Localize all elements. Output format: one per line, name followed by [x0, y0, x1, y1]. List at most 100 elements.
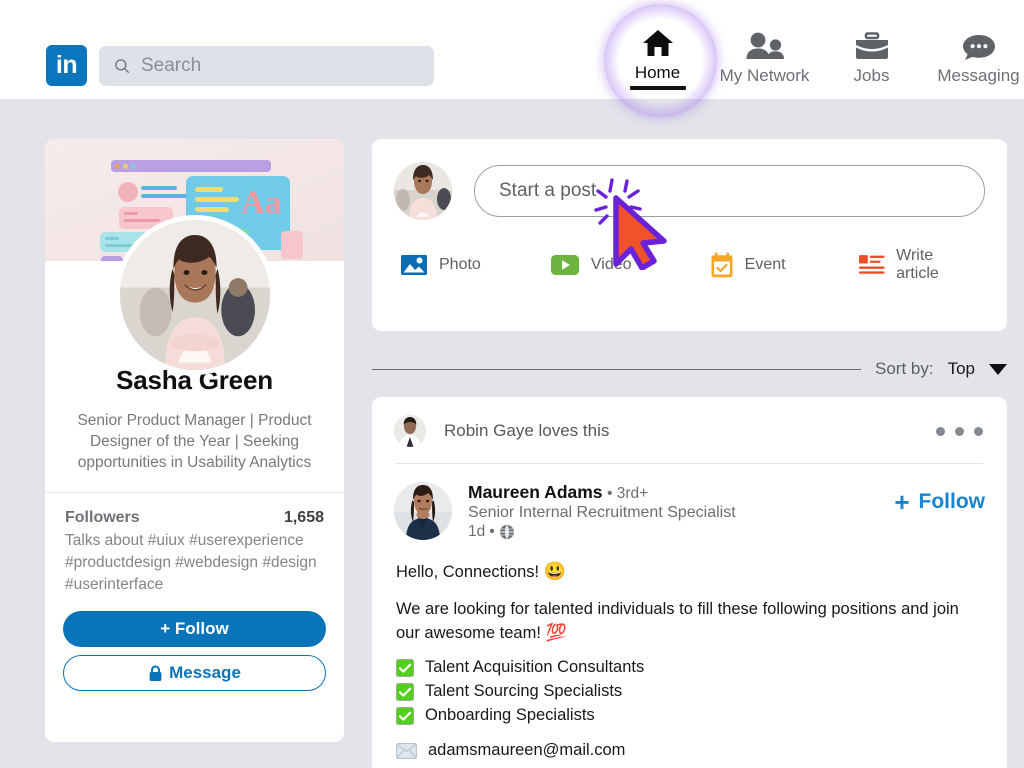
- composer-avatar-image: [394, 162, 452, 220]
- search-placeholder: Search: [141, 55, 201, 77]
- search-input[interactable]: Search: [99, 46, 434, 86]
- people-icon: [743, 27, 787, 61]
- list-item: Onboarding Specialists: [396, 706, 983, 725]
- cover-dot-3: [131, 164, 136, 169]
- hundred-emoji: 💯: [546, 623, 567, 642]
- post-follow-button[interactable]: + Follow: [894, 490, 985, 514]
- author-title: Senior Internal Recruitment Specialist: [468, 504, 736, 522]
- top-navigation-bar: in Search Home: [0, 0, 1024, 99]
- cover-line-5: [141, 186, 177, 190]
- sort-divider-line: [372, 369, 861, 370]
- nav-active-underline: [630, 86, 686, 90]
- feed-post-card: Robin Gaye loves this: [372, 397, 1007, 768]
- cover-dot-1: [115, 164, 120, 169]
- main-nav: Home My Network Jo: [604, 0, 1024, 99]
- cover-line-9: [105, 237, 119, 240]
- sort-by-value[interactable]: Top: [948, 359, 975, 379]
- nav-label-home: Home: [635, 63, 680, 83]
- reactor-avatar[interactable]: [394, 415, 426, 447]
- author-name[interactable]: Maureen Adams: [468, 482, 603, 502]
- chevron-down-icon[interactable]: [989, 364, 1007, 375]
- cover-line-2: [195, 197, 239, 202]
- profile-avatar[interactable]: [115, 215, 275, 375]
- green-check-icon: [396, 707, 414, 725]
- start-a-post-placeholder: Start a post: [499, 180, 596, 202]
- nav-item-home[interactable]: Home: [604, 0, 711, 99]
- author-info: Maureen Adams • 3rd+ Senior Internal Rec…: [468, 482, 736, 541]
- author-post-time: 1d: [468, 523, 485, 541]
- nav-label-jobs: Jobs: [854, 66, 890, 86]
- profile-avatar-image: [120, 220, 270, 370]
- list-item-label: Onboarding Specialists: [425, 706, 595, 725]
- article-icon: [858, 253, 886, 277]
- feed-sort-bar: Sort by: Top: [372, 353, 1007, 385]
- nav-item-my-network[interactable]: My Network: [711, 0, 818, 99]
- list-item-label: Talent Sourcing Specialists: [425, 682, 622, 701]
- composer-action-event[interactable]: Event: [710, 247, 858, 283]
- author-avatar[interactable]: [394, 482, 452, 540]
- cover-line-3: [195, 207, 229, 212]
- post-email-address[interactable]: adamsmaureen@mail.com: [428, 741, 625, 760]
- start-a-post-input[interactable]: Start a post: [474, 165, 985, 217]
- search-icon: [113, 57, 131, 75]
- message-button[interactable]: Message: [63, 655, 326, 691]
- calendar-icon: [710, 252, 734, 278]
- cover-aa-text: Aa: [241, 187, 285, 221]
- plus-icon: +: [894, 492, 909, 513]
- composer-action-video[interactable]: Video: [550, 247, 710, 283]
- follow-button-label: + Follow: [160, 619, 228, 639]
- linkedin-logo[interactable]: in: [46, 45, 87, 86]
- post-reaction-row: Robin Gaye loves this: [372, 397, 1007, 447]
- post-follow-label: Follow: [919, 490, 986, 514]
- video-icon: [550, 253, 580, 277]
- nav-item-messaging[interactable]: Messaging: [925, 0, 1024, 99]
- list-item-label: Talent Acquisition Consultants: [425, 658, 644, 677]
- follow-button[interactable]: + Follow: [63, 611, 326, 647]
- profile-card: Aa: [45, 139, 344, 742]
- cover-line-1: [195, 187, 223, 192]
- post-intro: We are looking for talented individuals …: [396, 600, 959, 642]
- nav-item-jobs[interactable]: Jobs: [818, 0, 925, 99]
- followers-count: 1,658: [284, 509, 324, 527]
- composer-action-video-label: Video: [591, 256, 632, 274]
- smile-emoji: 😃: [544, 561, 566, 581]
- chat-bubble-icon: [960, 27, 998, 61]
- author-avatar-image: [394, 482, 452, 540]
- cover-shape-circle: [118, 182, 138, 202]
- author-name-line: Maureen Adams • 3rd+: [468, 482, 736, 503]
- followers-label: Followers: [65, 509, 140, 527]
- green-check-icon: [396, 659, 414, 677]
- author-meta: 1d •: [468, 523, 736, 541]
- composer-action-photo-label: Photo: [439, 256, 481, 274]
- composer-action-photo[interactable]: Photo: [400, 247, 550, 283]
- post-author-row: Maureen Adams • 3rd+ Senior Internal Rec…: [372, 464, 1007, 541]
- nav-label-my-network: My Network: [720, 66, 810, 86]
- composer-top-row: Start a post: [372, 139, 1007, 220]
- followers-row: Followers 1,658: [45, 493, 344, 527]
- dot-1: [936, 427, 945, 436]
- dot-2: [955, 427, 964, 436]
- author-degree: • 3rd+: [607, 485, 648, 502]
- composer-avatar[interactable]: [394, 162, 452, 220]
- more-options-icon[interactable]: [936, 427, 983, 436]
- post-body: Hello, Connections! 😃 We are looking for…: [372, 541, 1007, 760]
- composer-action-write-article[interactable]: Write article: [858, 247, 979, 283]
- post-reaction-text: Robin Gaye loves this: [444, 421, 609, 441]
- reactor-avatar-image: [394, 415, 426, 447]
- lock-icon: [148, 665, 163, 682]
- composer-actions: Photo Video Event: [372, 220, 1007, 283]
- cover-line-7: [124, 212, 138, 215]
- post-email-line: adamsmaureen@mail.com: [396, 741, 983, 760]
- sort-by-label: Sort by:: [875, 359, 934, 379]
- composer-action-event-label: Event: [745, 256, 786, 274]
- list-item: Talent Sourcing Specialists: [396, 682, 983, 701]
- profile-headline: Senior Product Manager | Product Designe…: [67, 410, 322, 473]
- green-check-icon: [396, 683, 414, 701]
- post-composer-card: Start a post Photo Video: [372, 139, 1007, 331]
- meta-separator: •: [489, 523, 494, 541]
- post-greeting: Hello, Connections!: [396, 563, 539, 581]
- profile-action-buttons: + Follow Message: [45, 595, 344, 691]
- briefcase-icon: [853, 27, 891, 61]
- globe-icon: [499, 524, 515, 540]
- dot-3: [974, 427, 983, 436]
